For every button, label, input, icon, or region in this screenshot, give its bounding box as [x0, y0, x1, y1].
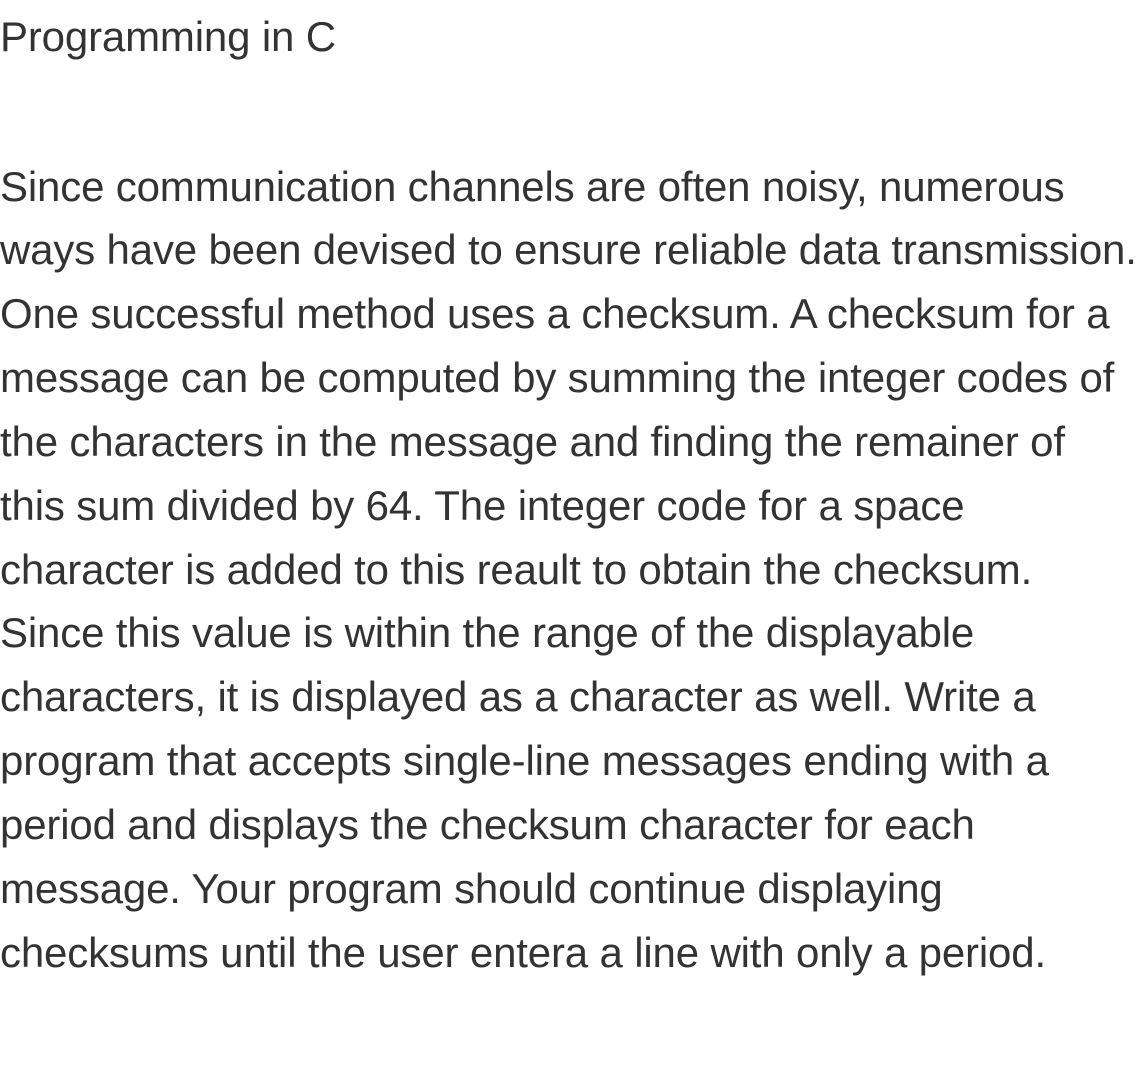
document-body: Since communication channels are often n… — [0, 155, 1140, 985]
document-title: Programming in C — [0, 10, 1140, 65]
